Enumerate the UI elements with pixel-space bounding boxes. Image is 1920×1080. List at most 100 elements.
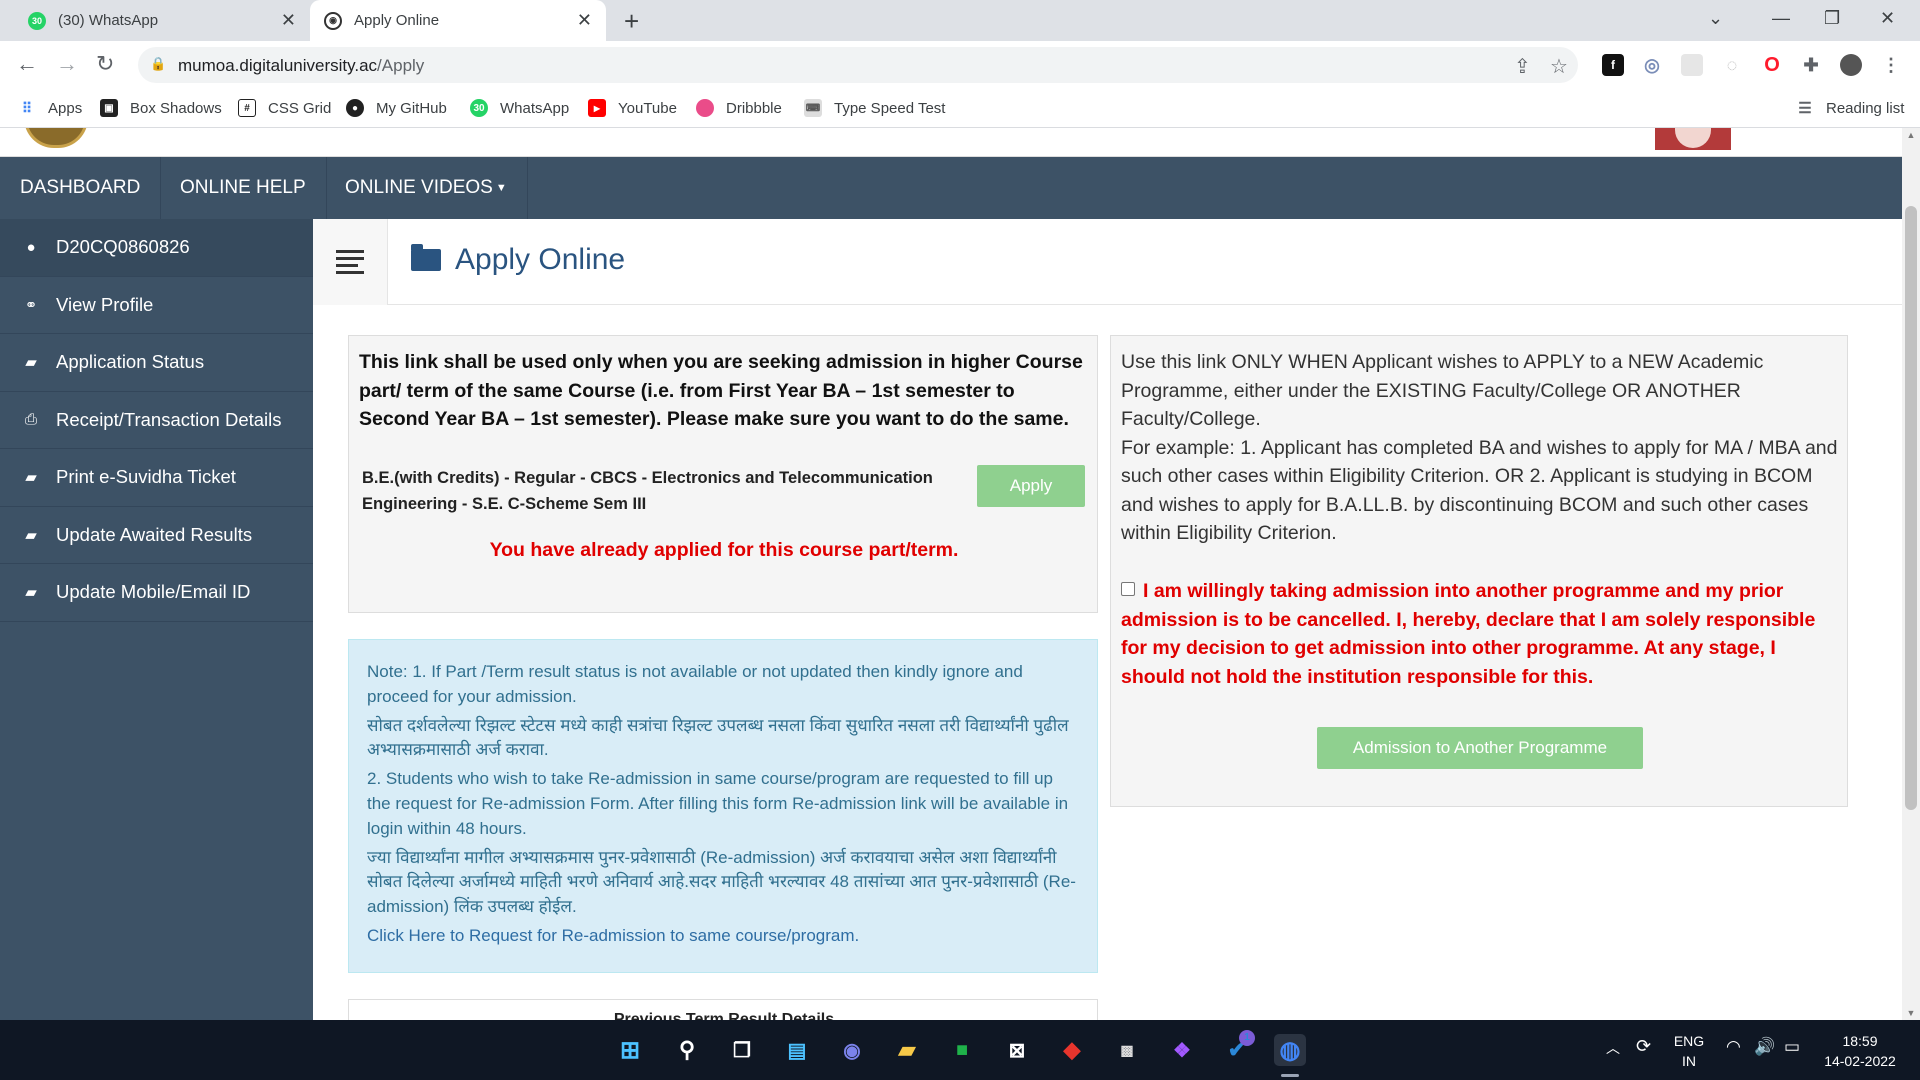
share-icon[interactable]: ⇪ <box>1514 54 1531 79</box>
folder-icon: ▰ <box>25 526 37 544</box>
volume-icon[interactable]: 🔊 <box>1754 1037 1775 1057</box>
extension-f-icon[interactable]: f <box>1602 54 1624 76</box>
scroll-up-icon[interactable]: ▲ <box>1902 130 1920 140</box>
sidebar-item-view-profile[interactable]: ⚭ View Profile <box>0 277 313 334</box>
new-tab-icon[interactable]: + <box>624 6 639 37</box>
folder-icon: ▰ <box>25 584 37 602</box>
nav-online-help[interactable]: ONLINE HELP <box>160 157 327 219</box>
widgets-icon[interactable]: ▤ <box>781 1034 813 1066</box>
figma-icon[interactable]: ❖ <box>1166 1034 1198 1066</box>
hamburger-menu-icon[interactable] <box>313 219 388 305</box>
windows-start-icon[interactable]: ⊞ <box>614 1034 646 1066</box>
link-icon: ⚭ <box>24 296 38 314</box>
site-favicon-icon: ◉ <box>324 11 342 30</box>
bookmark-youtube[interactable]: ▶ YouTube <box>588 99 677 117</box>
already-applied-message: You have already applied for this course… <box>489 539 959 561</box>
declaration-checkbox[interactable] <box>1121 582 1135 596</box>
reload-icon[interactable]: ↻ <box>96 51 114 77</box>
menu-kebab-icon[interactable]: ⋮ <box>1880 54 1902 76</box>
extension-clock-icon[interactable]: ◌ <box>1721 54 1743 76</box>
user-icon: ● <box>26 238 36 256</box>
folder-icon: ▰ <box>25 354 37 372</box>
task-view-icon[interactable]: ❐ <box>726 1034 758 1066</box>
bookmark-type-speed-test[interactable]: ⌨ Type Speed Test <box>804 99 945 117</box>
nav-online-videos[interactable]: ONLINE VIDEOS ▼ <box>325 157 528 219</box>
maximize-icon[interactable]: ❐ <box>1824 8 1840 29</box>
active-app-indicator <box>1281 1074 1299 1077</box>
css-grid-icon: # <box>238 99 256 117</box>
readmission-link[interactable]: Click Here to Request for Re-admission t… <box>367 924 1079 949</box>
new-programme-panel: Use this link ONLY WHEN Applicant wishes… <box>1110 335 1848 807</box>
tab-whatsapp[interactable]: 30 (30) WhatsApp ✕ <box>14 0 310 41</box>
new-programme-text: Use this link ONLY WHEN Applicant wishes… <box>1121 351 1838 544</box>
forward-icon[interactable]: → <box>56 51 78 77</box>
scroll-down-icon[interactable]: ▼ <box>1902 1008 1920 1018</box>
sidebar-item-user-id[interactable]: ● D20CQ0860826 <box>0 219 313 277</box>
bookmark-css-grid[interactable]: # CSS Grid <box>238 99 331 117</box>
bookmark-whatsapp[interactable]: 30 WhatsApp <box>470 99 569 117</box>
clock[interactable]: 18:59 14-02-2022 <box>1820 1031 1900 1071</box>
extensions-puzzle-icon[interactable]: ✚ <box>1800 54 1822 76</box>
apply-button[interactable]: Apply <box>977 465 1085 507</box>
github-icon: ● <box>346 99 364 117</box>
wifi-icon[interactable]: ◠ <box>1726 1037 1741 1057</box>
scrollbar-thumb[interactable] <box>1905 206 1917 810</box>
folder-icon: ▰ <box>25 469 37 487</box>
back-icon[interactable]: ← <box>16 51 38 77</box>
minimize-icon[interactable]: — <box>1772 8 1790 29</box>
sync-icon[interactable]: ⟳ <box>1636 1036 1651 1057</box>
reading-list[interactable]: ☰ Reading list <box>1796 99 1904 118</box>
address-bar-row: ← → ↻ 🔒 mumoa.digitaluniversity.ac/Apply… <box>0 41 1920 90</box>
chat-icon[interactable]: ◉ <box>836 1034 868 1066</box>
bookmark-box-shadows[interactable]: ▣ Box Shadows <box>100 99 222 117</box>
sidebar-item-awaited-results[interactable]: ▰ Update Awaited Results <box>0 507 313 564</box>
page-title: Apply Online <box>411 243 625 277</box>
language-indicator[interactable]: ENG IN <box>1670 1031 1708 1071</box>
extension-grammarly-icon[interactable]: ◎ <box>1641 54 1663 76</box>
sidebar-item-update-contact[interactable]: ▰ Update Mobile/Email ID <box>0 564 313 622</box>
sidebar-item-receipt[interactable]: ⎙ Receipt/Transaction Details <box>0 392 313 449</box>
lock-icon: 🔒 <box>150 56 167 71</box>
windows-taskbar: ⊞ ⚲ ❐ ▤ ◉ ▰ ■ ⊠ ◆ ▩ ❖ ✔ 1 ◍ ︿ ⟳ ENG IN ◠ … <box>0 1020 1920 1080</box>
whatsapp-icon: 30 <box>470 99 488 117</box>
nav-dashboard[interactable]: DASHBOARD <box>0 157 162 219</box>
note-line-2: 2. Students who wish to take Re-admissio… <box>367 769 1069 838</box>
print-icon: ⎙ <box>24 411 37 429</box>
app-red-diamond-icon[interactable]: ◆ <box>1056 1034 1088 1066</box>
user-photo <box>1655 128 1731 150</box>
close-tab-icon[interactable]: ✕ <box>577 10 592 31</box>
todo-icon[interactable]: ✔ 1 <box>1221 1030 1255 1066</box>
sidebar-item-application-status[interactable]: ▰ Application Status <box>0 334 313 392</box>
bookmark-star-icon[interactable]: ☆ <box>1550 54 1568 79</box>
search-icon[interactable]: ⚲ <box>671 1034 703 1066</box>
site-header <box>0 128 1902 157</box>
tab-apply-online[interactable]: ◉ Apply Online ✕ <box>310 0 606 41</box>
url-input[interactable]: 🔒 mumoa.digitaluniversity.ac/Apply ⇪ ☆ <box>138 47 1578 83</box>
url-text: mumoa.digitaluniversity.ac/Apply <box>178 56 425 75</box>
extension-grid-icon[interactable] <box>1681 54 1703 76</box>
admission-another-programme-button[interactable]: Admission to Another Programme <box>1317 727 1643 769</box>
bookmark-apps[interactable]: ⠿ Apps <box>18 99 82 117</box>
tray-chevron-icon[interactable]: ︿ <box>1606 1038 1620 1058</box>
box-shadows-icon: ▣ <box>100 99 118 117</box>
store-icon[interactable]: ⊠ <box>1001 1034 1033 1066</box>
apps-grid-icon: ⠿ <box>21 99 33 116</box>
profile-avatar-icon[interactable] <box>1840 54 1862 76</box>
extension-opera-icon[interactable]: O <box>1761 54 1783 76</box>
close-tab-icon[interactable]: ✕ <box>281 10 296 31</box>
close-window-icon[interactable]: ✕ <box>1880 8 1895 29</box>
bookmark-my-github[interactable]: ● My GitHub <box>346 99 447 117</box>
course-name: B.E.(with Credits) - Regular - CBCS - El… <box>362 469 933 513</box>
battery-icon[interactable]: ▭ <box>1784 1037 1800 1057</box>
bookmarks-bar: ⠿ Apps ▣ Box Shadows # CSS Grid ● My GitHub … <box>0 90 1920 128</box>
tab-search-icon[interactable]: ⌄ <box>1708 8 1723 29</box>
chrome-icon[interactable]: ◍ <box>1274 1034 1306 1066</box>
sidebar-item-print-ticket[interactable]: ▰ Print e-Suvidha Ticket <box>0 449 313 507</box>
content-header: Apply Online <box>313 219 1902 305</box>
app-terminal-icon[interactable]: ▩ <box>1111 1034 1143 1066</box>
file-explorer-icon[interactable]: ▰ <box>891 1034 923 1066</box>
bookmark-dribbble[interactable]: Dribbble <box>696 99 782 117</box>
dribbble-icon <box>696 99 714 117</box>
meet-icon[interactable]: ■ <box>946 1034 978 1066</box>
page-scrollbar[interactable]: ▲ ▼ <box>1902 128 1920 1020</box>
